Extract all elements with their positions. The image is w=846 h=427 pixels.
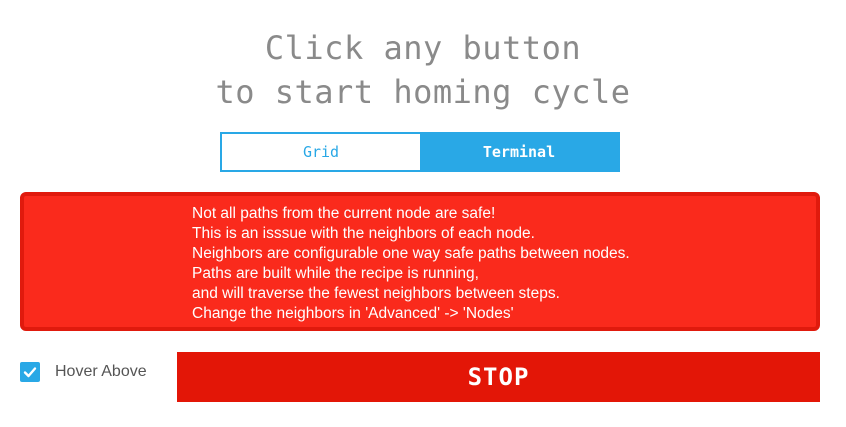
unsafe-paths-warning: Not all paths from the current node are … [20,192,820,331]
view-tabs: Grid Terminal [220,132,620,172]
hover-above-toggle[interactable]: Hover Above [20,362,147,382]
title-line-1: Click any button [264,29,582,67]
warning-line: Neighbors are configurable one way safe … [192,245,630,262]
stop-button[interactable]: STOP [177,352,820,402]
warning-line: Not all paths from the current node are … [192,205,496,222]
page-title: Click any button to start homing cycle [0,26,846,114]
hover-above-label: Hover Above [55,363,147,380]
title-line-2: to start homing cycle [215,73,631,111]
tab-grid[interactable]: Grid [222,134,420,170]
tab-terminal[interactable]: Terminal [420,134,618,170]
warning-line: and will traverse the fewest neighbors b… [192,285,560,302]
check-icon [23,367,37,378]
warning-line: Paths are built while the recipe is runn… [192,265,479,282]
warning-line: Change the neighbors in 'Advanced' -> 'N… [192,305,514,322]
warning-line: This is an isssue with the neighbors of … [192,225,535,242]
hover-above-checkbox[interactable] [20,362,40,382]
